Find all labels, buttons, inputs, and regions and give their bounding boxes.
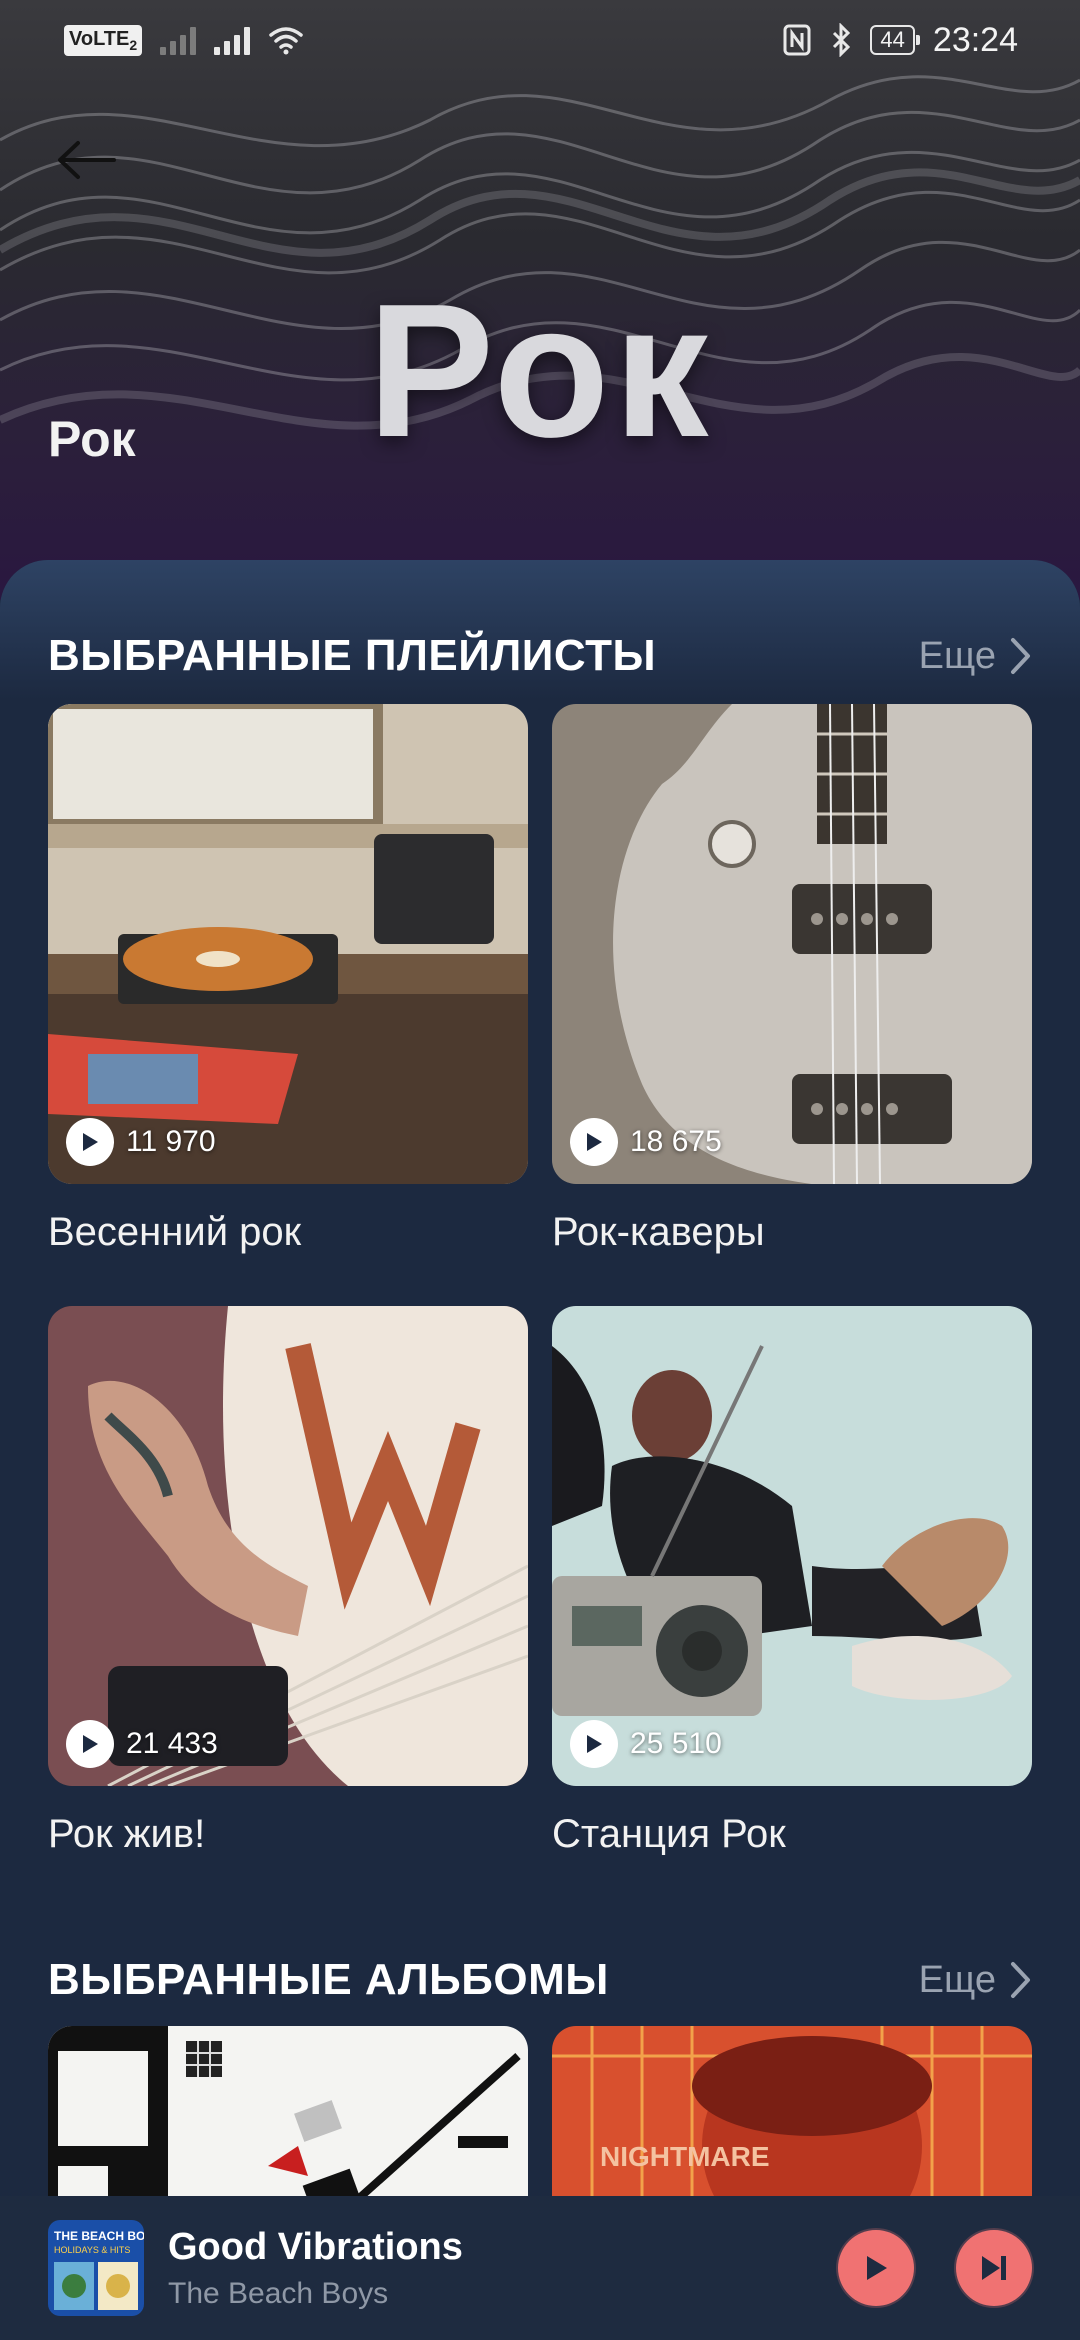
play-count: 25 510 xyxy=(570,1720,722,1768)
albums-section-header: ВЫБРАННЫЕ АЛЬБОМЫ Еще xyxy=(48,1950,1032,2010)
play-count: 21 433 xyxy=(66,1720,218,1768)
albums-section-title: ВЫБРАННЫЕ АЛЬБОМЫ xyxy=(48,1955,609,2004)
playlist-cover-rock-station: 25 510 xyxy=(552,1306,1032,1786)
play-icon xyxy=(570,1720,618,1768)
chevron-right-icon xyxy=(1011,1962,1030,1998)
mini-player[interactable]: THE BEACH BOYS HOLIDAYS & HITS Good Vibr… xyxy=(0,2196,1080,2340)
wifi-icon xyxy=(269,27,303,55)
playlist-card-rock-station[interactable]: 25 510 Станция Рок xyxy=(552,1306,1032,1857)
playlist-title: Весенний рок xyxy=(48,1210,302,1254)
clock: 23:24 xyxy=(932,20,1018,59)
status-bar: VoLTE2 44 23:24 xyxy=(0,0,1080,80)
play-icon xyxy=(66,1118,114,1166)
signal-sim1-icon xyxy=(214,25,251,55)
now-playing-title: Good Vibrations xyxy=(168,2225,463,2268)
playlists-section-header: ВЫБРАННЫЕ ПЛЕЙЛИСТЫ Еще xyxy=(48,626,1032,686)
more-label: Еще xyxy=(918,634,996,677)
playlist-card-rock-alive[interactable]: 21 433 Рок жив! xyxy=(48,1306,528,1857)
signal-sim2-icon xyxy=(160,25,197,55)
play-count-value: 11 970 xyxy=(126,1125,216,1158)
content-sheet: ВЫБРАННЫЕ ПЛЕЙЛИСТЫ Еще 11 970 Весенний … xyxy=(0,560,1080,2340)
more-label: Еще xyxy=(918,1958,996,2001)
play-count: 18 675 xyxy=(570,1118,722,1166)
page-title: Рок xyxy=(48,411,136,467)
next-track-button[interactable] xyxy=(956,2230,1032,2306)
playlist-title: Рок жив! xyxy=(48,1812,206,1856)
now-playing-cover: THE BEACH BOYS HOLIDAYS & HITS xyxy=(48,2220,144,2316)
album-cover-text: NIGHTMARE xyxy=(600,2141,770,2172)
genre-header: VoLTE2 44 23:24 Рок Рок xyxy=(0,0,1080,600)
playlist-title: Рок-каверы xyxy=(552,1210,765,1254)
playlist-cover-spring-rock: 11 970 xyxy=(48,704,528,1184)
playlist-card-spring-rock[interactable]: 11 970 Весенний рок xyxy=(48,704,528,1255)
playlists-section-title: ВЫБРАННЫЕ ПЛЕЙЛИСТЫ xyxy=(48,631,657,680)
play-icon xyxy=(867,2256,887,2280)
now-playing-artist: The Beach Boys xyxy=(168,2276,389,2310)
play-button[interactable] xyxy=(838,2230,914,2306)
nfc-icon xyxy=(783,24,811,56)
hero-genre-text: Рок xyxy=(367,265,713,477)
playlists-more-link[interactable]: Еще xyxy=(919,635,1032,678)
bluetooth-icon xyxy=(833,23,851,57)
playlist-cover-rock-alive: 21 433 xyxy=(48,1306,528,1786)
playlist-title: Станция Рок xyxy=(552,1812,786,1856)
cover-band-text: THE BEACH BOYS xyxy=(54,2229,144,2243)
skip-next-icon xyxy=(982,2256,1006,2280)
play-icon xyxy=(570,1118,618,1166)
play-count-value: 18 675 xyxy=(630,1125,722,1158)
battery-icon: 44 xyxy=(870,25,921,55)
playlist-card-rock-covers[interactable]: 18 675 Рок-каверы xyxy=(552,704,1032,1255)
play-icon xyxy=(66,1720,114,1768)
now-playing-info[interactable]: Good Vibrations The Beach Boys xyxy=(168,2226,796,2311)
cover-subtitle-text: HOLIDAYS & HITS xyxy=(54,2245,130,2255)
albums-more-link[interactable]: Еще xyxy=(919,1959,1032,2002)
back-button[interactable] xyxy=(46,120,126,200)
play-count-value: 21 433 xyxy=(126,1727,218,1760)
play-count: 11 970 xyxy=(66,1118,216,1166)
arrow-left-icon xyxy=(58,141,116,179)
playlist-cover-rock-covers: 18 675 xyxy=(552,704,1032,1184)
chevron-right-icon xyxy=(1011,638,1030,674)
play-count-value: 25 510 xyxy=(630,1727,722,1760)
volte-badge: VoLTE2 xyxy=(64,24,143,56)
